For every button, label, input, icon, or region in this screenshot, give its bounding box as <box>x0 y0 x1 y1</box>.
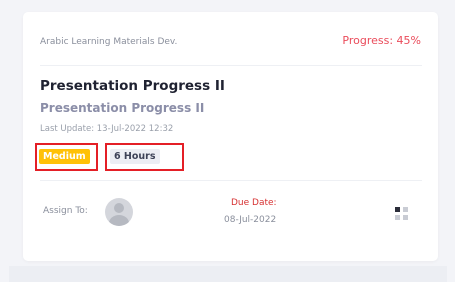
avatar-body-shape <box>109 215 129 226</box>
task-title[interactable]: Presentation Progress II <box>40 78 225 94</box>
task-card[interactable]: Arabic Learning Materials Dev. Progress:… <box>23 12 438 261</box>
task-subtitle: Presentation Progress II <box>40 101 205 115</box>
last-update-text: Last Update: 13-Jul-2022 12:32 <box>40 124 174 134</box>
background-card-edge <box>9 266 447 282</box>
hours-badge: 6 Hours <box>110 149 160 164</box>
due-date-value: 08-Jul-2022 <box>224 215 277 225</box>
due-date-label: Due Date: <box>231 198 277 208</box>
project-name: Arabic Learning Materials Dev. <box>40 37 178 47</box>
progress-text: Progress: 45% <box>342 34 421 47</box>
divider-bottom <box>40 180 422 181</box>
assignee-avatar[interactable] <box>105 198 133 226</box>
divider-top <box>40 65 422 66</box>
grid-menu-icon[interactable] <box>395 207 408 220</box>
priority-badge: Medium <box>39 149 90 164</box>
avatar-head-shape <box>114 203 124 213</box>
assign-to-label: Assign To: <box>43 206 88 216</box>
